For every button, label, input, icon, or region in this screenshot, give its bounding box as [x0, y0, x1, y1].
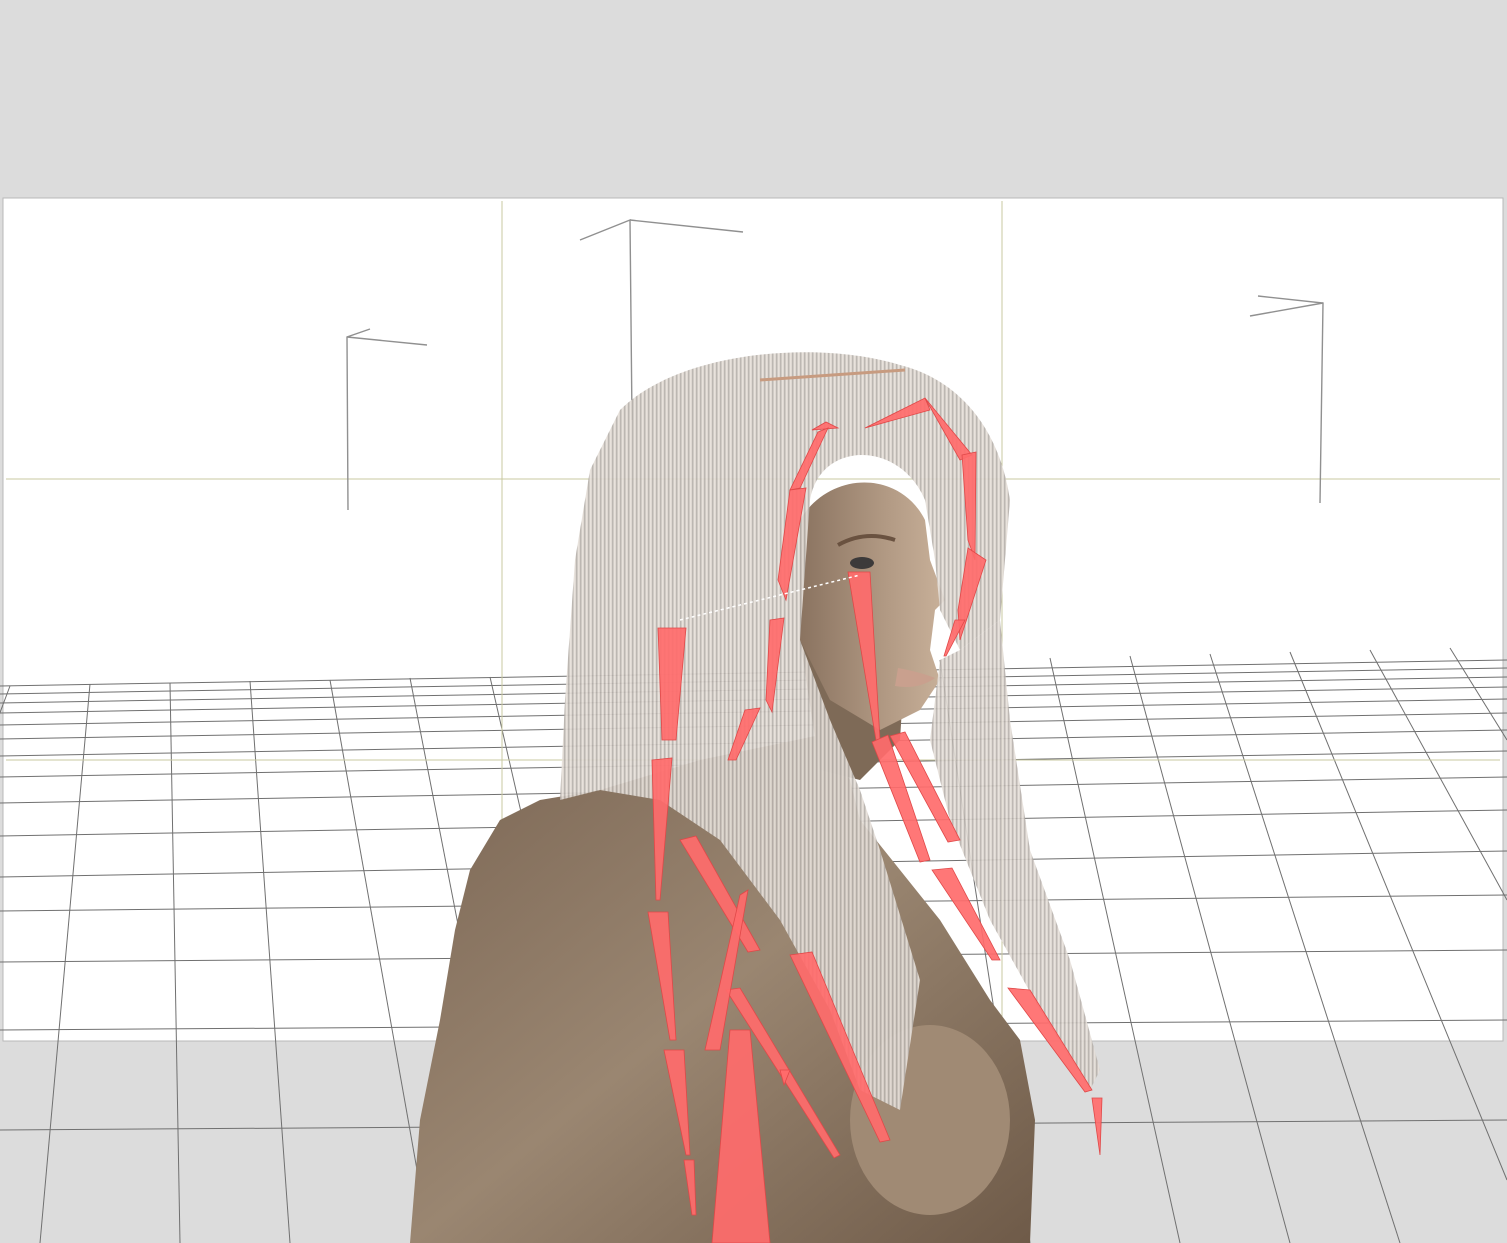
3d-viewport[interactable]: [0, 0, 1507, 1243]
viewport-canvas[interactable]: [0, 0, 1507, 1243]
figure-eye: [850, 557, 874, 569]
